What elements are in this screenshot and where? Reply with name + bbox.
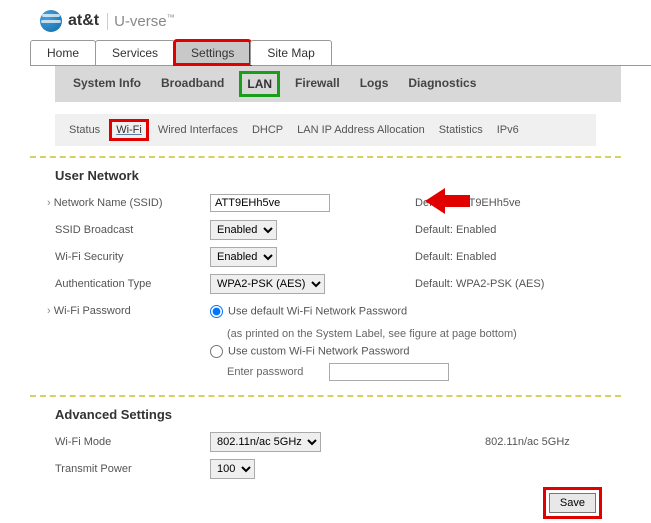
user-network-section: User Network Network Name (SSID) Default… <box>55 168 596 383</box>
save-button[interactable]: Save <box>549 493 596 513</box>
security-label: Wi-Fi Security <box>55 251 210 263</box>
pw-custom-radio[interactable] <box>210 345 223 358</box>
user-network-title: User Network <box>55 168 596 183</box>
lantab-status[interactable]: Status <box>69 124 100 136</box>
subtab-firewall[interactable]: Firewall <box>295 76 340 92</box>
pw-enter-label: Enter password <box>227 366 303 378</box>
pw-default-label: Use default Wi-Fi Network Password <box>228 305 407 317</box>
security-select[interactable]: Enabled <box>210 247 277 267</box>
power-select[interactable]: 100 <box>210 459 255 479</box>
highlight-arrow-icon <box>425 186 470 216</box>
auth-select[interactable]: WPA2-PSK (AES) <box>210 274 325 294</box>
lan-subtabs: Status Wi-Fi Wired Interfaces DHCP LAN I… <box>55 114 596 146</box>
mode-label: Wi-Fi Mode <box>55 436 210 448</box>
subtab-diagnostics[interactable]: Diagnostics <box>408 76 476 92</box>
main-tabs: Home Services Settings Site Map <box>30 40 651 66</box>
pw-default-sublabel: (as printed on the System Label, see fig… <box>227 326 596 342</box>
tab-services[interactable]: Services <box>95 40 175 65</box>
lantab-ipv6[interactable]: IPv6 <box>497 124 519 136</box>
security-default: Default: Enabled <box>415 251 496 263</box>
subtab-broadband[interactable]: Broadband <box>161 76 224 92</box>
logo-area: at&t U-verse™ <box>0 0 651 40</box>
subtab-system-info[interactable]: System Info <box>73 76 141 92</box>
subtab-logs[interactable]: Logs <box>360 76 389 92</box>
advanced-title: Advanced Settings <box>55 407 596 422</box>
auth-default: Default: WPA2-PSK (AES) <box>415 278 544 290</box>
lantab-dhcp[interactable]: DHCP <box>252 124 283 136</box>
mode-default: 802.11n/ac 5GHz <box>485 436 570 448</box>
tab-home[interactable]: Home <box>30 40 96 65</box>
lantab-wifi[interactable]: Wi-Fi <box>114 124 144 136</box>
broadcast-default: Default: Enabled <box>415 224 496 236</box>
ssid-input[interactable] <box>210 194 330 212</box>
tab-settings[interactable]: Settings <box>174 40 251 65</box>
separator <box>30 156 621 158</box>
lantab-stats[interactable]: Statistics <box>439 124 483 136</box>
att-brand-text: at&t <box>68 12 99 30</box>
advanced-section: Advanced Settings Wi-Fi Mode 802.11n/ac … <box>55 407 596 481</box>
lantab-wired[interactable]: Wired Interfaces <box>158 124 238 136</box>
password-label: Wi-Fi Password <box>55 305 210 317</box>
pw-default-radio[interactable] <box>210 305 223 318</box>
mode-select[interactable]: 802.11n/ac 5GHz <box>210 432 321 452</box>
uverse-brand-text: U-verse™ <box>107 13 175 30</box>
auth-label: Authentication Type <box>55 278 210 290</box>
subtab-lan[interactable]: LAN <box>244 76 275 92</box>
att-globe-icon <box>40 10 62 32</box>
broadcast-select[interactable]: Enabled <box>210 220 277 240</box>
lantab-ipalloc[interactable]: LAN IP Address Allocation <box>297 124 425 136</box>
pw-custom-label: Use custom Wi-Fi Network Password <box>228 345 410 357</box>
ssid-label: Network Name (SSID) <box>55 197 210 209</box>
broadcast-label: SSID Broadcast <box>55 224 210 236</box>
power-label: Transmit Power <box>55 463 210 475</box>
settings-subtabs: System Info Broadband LAN Firewall Logs … <box>55 66 621 102</box>
pw-custom-input[interactable] <box>329 363 449 381</box>
separator <box>30 395 621 397</box>
tab-sitemap[interactable]: Site Map <box>250 40 331 65</box>
